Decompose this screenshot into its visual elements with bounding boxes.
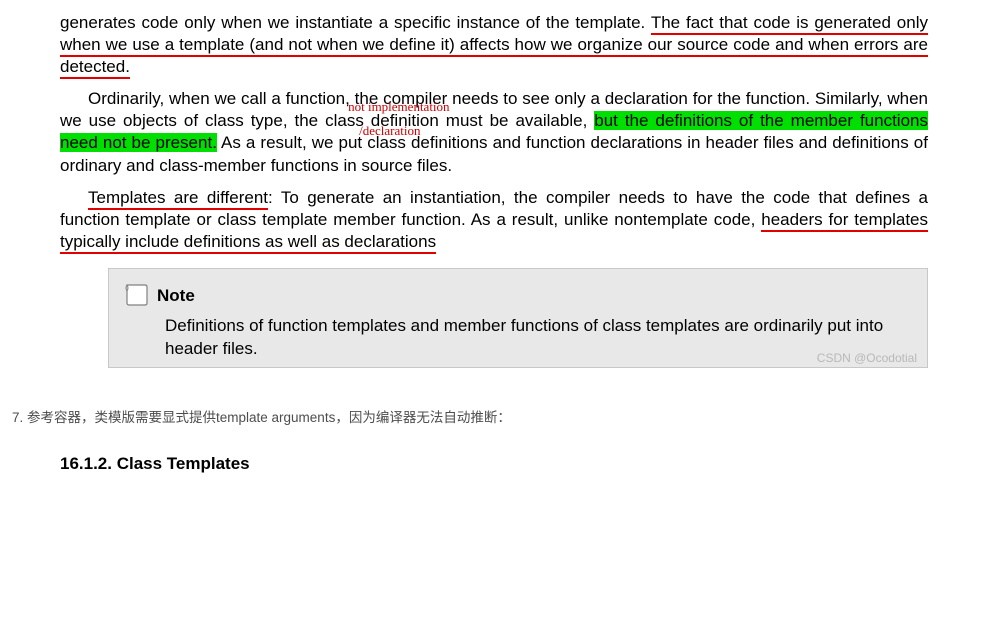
annotation-bottom: /declaration [331,124,420,137]
watermark: CSDN @Ocodotial [817,351,917,365]
note-header: Note [123,283,913,309]
para2-b: must be available, [439,111,594,130]
numbered-list-item: 7. 参考容器，类模版需要显式提供template arguments，因为编译… [12,406,988,426]
para1-pre: generates code only when we instantiate … [60,13,651,32]
document-content: generates code only when we instantiate … [0,0,988,368]
note-icon [123,283,151,309]
section-heading: 16.1.2. Class Templates [60,454,988,474]
annotation-top: not implementation [320,100,449,113]
annotation-target: not implementation/declarationclass defi… [325,111,439,130]
paragraph-2: Ordinarily, when we call a function, the… [60,88,928,176]
note-title: Note [157,286,195,306]
paragraph-3: Templates are different: To generate an … [60,187,928,253]
note-body: Definitions of function templates and me… [123,315,913,361]
para3-u1: Templates are different [88,188,268,210]
note-box: Note Definitions of function templates a… [108,268,928,368]
paragraph-1: generates code only when we instantiate … [60,12,928,78]
